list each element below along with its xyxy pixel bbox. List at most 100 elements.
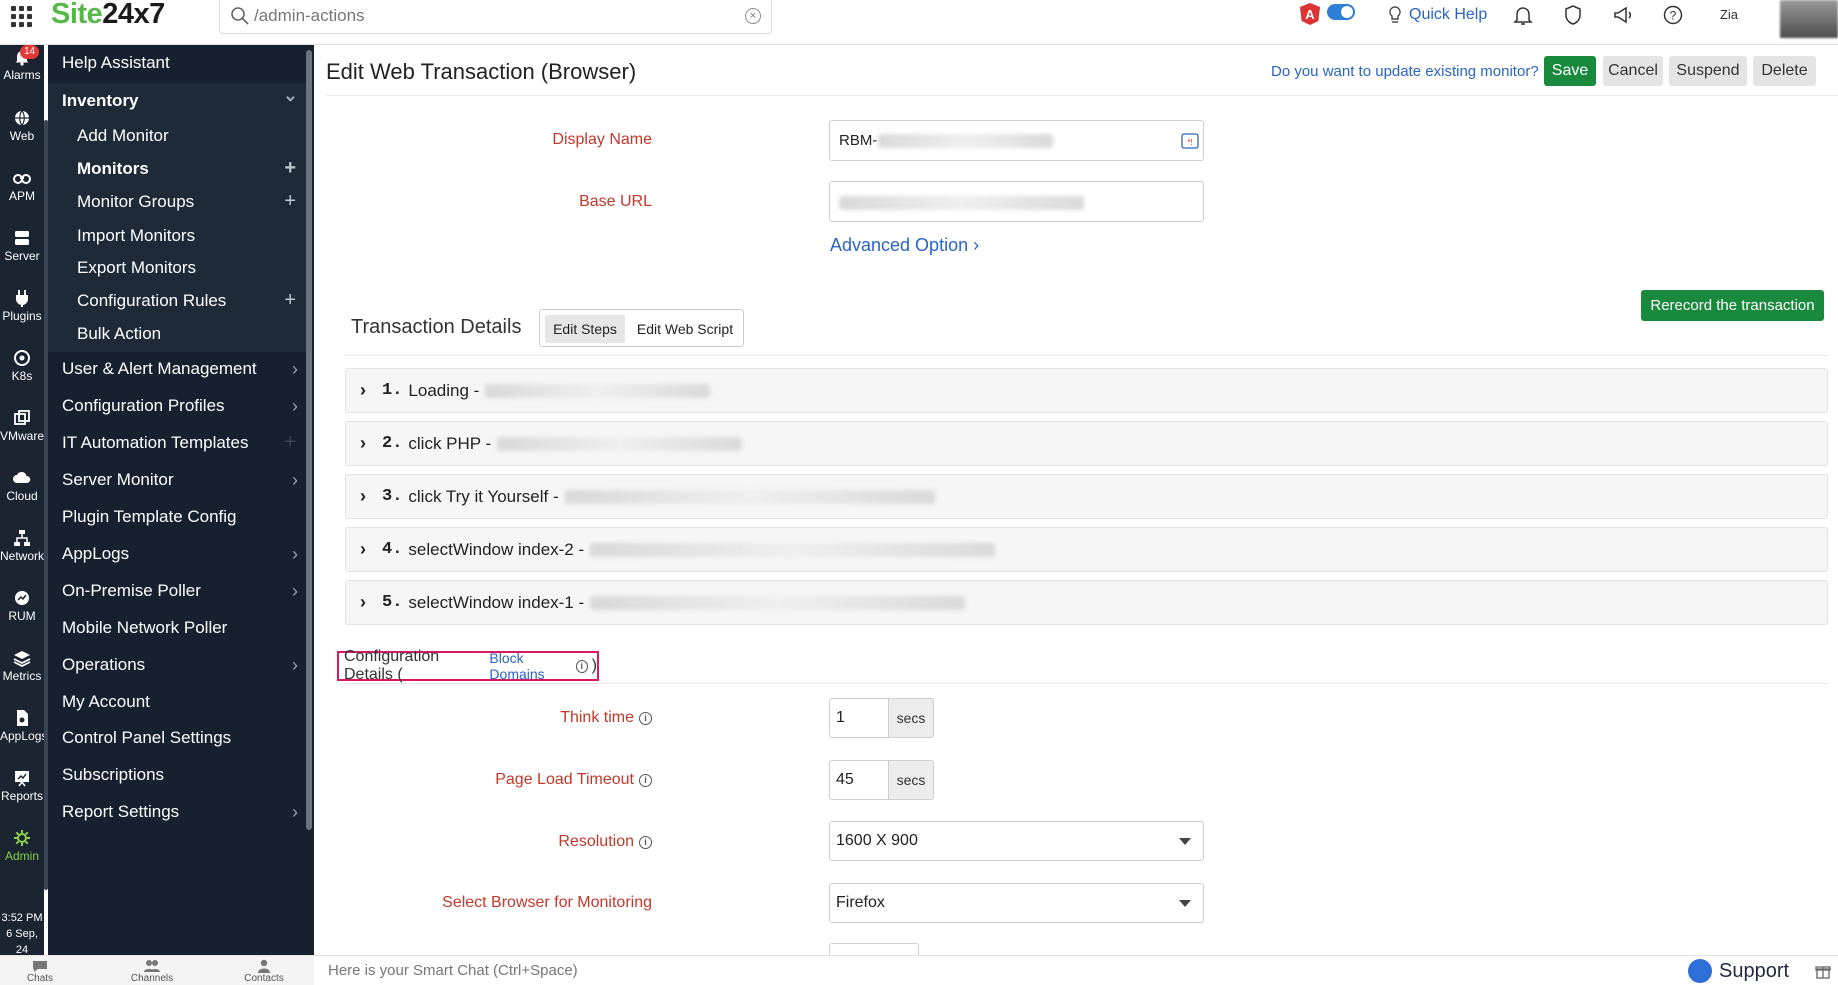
shield-icon[interactable] xyxy=(1561,3,1585,27)
page-load-timeout-input[interactable]: 45 xyxy=(829,760,889,800)
transaction-step[interactable]: › 4. selectWindow index-2 - xyxy=(345,527,1828,572)
transaction-step[interactable]: › 2. click PHP - xyxy=(345,421,1828,466)
rail-item-alarms[interactable]: Alarms 14 xyxy=(0,45,44,82)
resolution-select[interactable]: 1600 X 900 xyxy=(829,821,1204,861)
rail-item-admin[interactable]: Admin xyxy=(0,828,44,863)
user-avatar[interactable] xyxy=(1780,0,1838,38)
chevron-right-icon[interactable]: › xyxy=(360,592,366,613)
chevron-right-icon[interactable]: › xyxy=(360,539,366,560)
sidebar-item-monitor-groups[interactable]: Monitor Groups + xyxy=(48,184,306,220)
smart-chat-input[interactable]: Here is your Smart Chat (Ctrl+Space) xyxy=(328,962,578,979)
sidebar-item-label: Configuration Profiles xyxy=(62,396,225,415)
sidebar-item-plugin-template-config[interactable]: Plugin Template Config xyxy=(48,499,306,535)
clock: 3:52 PM 6 Sep, 24 xyxy=(1,912,43,956)
info-icon[interactable]: i xyxy=(639,711,652,725)
support-button[interactable]: Support xyxy=(1688,959,1789,983)
gift-icon[interactable] xyxy=(1815,963,1831,979)
sidebar-item-import-monitors[interactable]: Import Monitors xyxy=(48,218,306,254)
edit-web-script-tab[interactable]: Edit Web Script xyxy=(630,315,740,343)
chevron-right-icon[interactable]: › xyxy=(360,433,366,454)
plus-icon[interactable]: + xyxy=(284,157,296,180)
plus-icon[interactable]: + xyxy=(284,431,296,454)
megaphone-icon[interactable] xyxy=(1611,3,1635,27)
rail-item-cloud[interactable]: Cloud xyxy=(0,468,44,503)
plus-icon[interactable]: + xyxy=(284,190,296,213)
delete-button[interactable]: Delete xyxy=(1753,56,1816,86)
rail-item-applogs[interactable]: AppLogs xyxy=(0,708,48,743)
sidebar-item-report-settings[interactable]: Report Settings › xyxy=(48,794,306,830)
edit-steps-tab[interactable]: Edit Steps xyxy=(545,315,625,343)
sidebar-item-label: Mobile Network Poller xyxy=(62,618,228,637)
rail-item-network[interactable]: Network xyxy=(0,528,44,563)
rail-item-web[interactable]: Web xyxy=(0,108,44,143)
save-button[interactable]: Save xyxy=(1544,56,1596,86)
site24x7-logo[interactable]: Site24x7 xyxy=(51,0,165,31)
sidebar-item-my-account[interactable]: My Account xyxy=(48,684,306,720)
think-time-input[interactable]: 1 xyxy=(829,698,889,738)
sidebar-item-subscriptions[interactable]: Subscriptions xyxy=(48,757,306,793)
sidebar-scrollbar[interactable] xyxy=(306,50,312,830)
rail-item-plugins[interactable]: Plugins xyxy=(0,288,44,323)
transaction-step[interactable]: › 1. Loading - xyxy=(345,368,1828,413)
sidebar-item-applogs[interactable]: AppLogs › xyxy=(48,536,306,572)
rail-item-reports[interactable]: Reports xyxy=(0,768,44,803)
transaction-step[interactable]: › 5. selectWindow index-1 - xyxy=(345,580,1828,625)
display-name-field[interactable]: RBM- *! xyxy=(829,120,1204,161)
info-icon[interactable]: i xyxy=(639,773,652,787)
sidebar-item-operations[interactable]: Operations › xyxy=(48,647,306,683)
search-input[interactable] xyxy=(254,4,724,28)
text-tag-icon[interactable]: *! xyxy=(1181,132,1199,150)
chats-tab[interactable]: Chats xyxy=(10,959,70,984)
sidebar-item-add-monitor[interactable]: Add Monitor xyxy=(48,118,306,154)
theme-toggle[interactable] xyxy=(1327,4,1355,20)
sidebar-item-server-monitor[interactable]: Server Monitor › xyxy=(48,462,306,498)
plus-icon[interactable]: + xyxy=(284,289,296,312)
cancel-button[interactable]: Cancel xyxy=(1603,56,1663,86)
update-existing-monitor-link[interactable]: Do you want to update existing monitor? xyxy=(1271,63,1539,80)
angular-icon[interactable]: A xyxy=(1300,3,1320,25)
sidebar-item-mobile-network-poller[interactable]: Mobile Network Poller xyxy=(48,610,306,646)
redacted-url xyxy=(839,196,1084,210)
help-icon[interactable]: ? xyxy=(1661,3,1685,27)
quick-help-link[interactable]: Quick Help xyxy=(1387,3,1487,27)
suspend-button[interactable]: Suspend xyxy=(1669,56,1747,86)
app-grid-icon[interactable] xyxy=(8,3,34,29)
globe-icon xyxy=(15,110,29,126)
sidebar-item-monitors[interactable]: Monitors + xyxy=(48,151,306,187)
sidebar-item-configuration-rules[interactable]: Configuration Rules + xyxy=(48,283,306,319)
rail-item-server[interactable]: Server xyxy=(0,228,44,263)
rail-item-k8s[interactable]: K8s xyxy=(0,348,44,383)
sidebar-item-bulk-action[interactable]: Bulk Action xyxy=(48,316,306,352)
sidebar-item-help-assistant[interactable]: Help Assistant xyxy=(48,45,306,81)
notifications-icon[interactable] xyxy=(1511,3,1535,27)
sidebar-item-export-monitors[interactable]: Export Monitors xyxy=(48,250,306,286)
rail-item-metrics[interactable]: Metrics xyxy=(0,648,44,683)
rail-item-rum[interactable]: RUM xyxy=(0,588,44,623)
chevron-right-icon[interactable]: › xyxy=(360,486,366,507)
sidebar-item-control-panel-settings[interactable]: Control Panel Settings xyxy=(48,720,306,756)
sidebar-item-configuration-profiles[interactable]: Configuration Profiles › xyxy=(48,388,306,424)
rail-item-apm[interactable]: APM xyxy=(0,168,44,203)
clear-search-icon[interactable]: × xyxy=(745,8,761,24)
next-field[interactable] xyxy=(829,943,919,955)
contacts-tab[interactable]: Contacts xyxy=(234,959,294,984)
rail-item-label: AppLogs xyxy=(0,729,48,743)
base-url-field[interactable] xyxy=(829,181,1204,222)
sidebar-item-inventory[interactable]: Inventory ⌄ xyxy=(48,83,306,119)
zia-icon[interactable]: Zia xyxy=(1717,3,1741,27)
info-icon[interactable]: i xyxy=(639,835,652,849)
sidebar-item-user-alert-management[interactable]: User & Alert Management › xyxy=(48,351,306,387)
chevron-right-icon[interactable]: › xyxy=(360,380,366,401)
rail-item-vmware[interactable]: VMware xyxy=(0,408,44,443)
transaction-step[interactable]: › 3. click Try it Yourself - xyxy=(345,474,1828,519)
advanced-option-link[interactable]: Advanced Option › xyxy=(830,235,979,256)
info-icon[interactable]: i xyxy=(575,659,588,673)
sidebar-item-it-automation-templates[interactable]: IT Automation Templates + xyxy=(48,425,306,461)
top-bar: Site24x7 × A Quick Help ? Zia xyxy=(0,0,1838,45)
sidebar-item-on-premise-poller[interactable]: On-Premise Poller › xyxy=(48,573,306,609)
browser-select[interactable]: Firefox xyxy=(829,883,1204,923)
block-domains-link[interactable]: Block Domains xyxy=(489,650,572,682)
search-box[interactable]: × xyxy=(219,0,772,34)
rerecord-transaction-button[interactable]: Rerecord the transaction xyxy=(1641,290,1824,321)
channels-tab[interactable]: Channels xyxy=(122,959,182,984)
